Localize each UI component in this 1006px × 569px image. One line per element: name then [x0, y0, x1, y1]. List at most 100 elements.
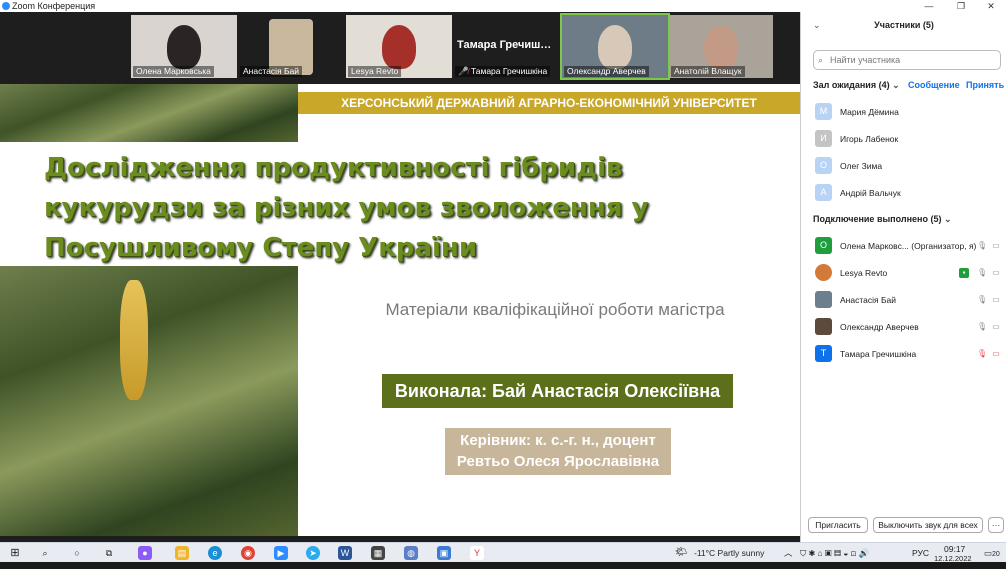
photos-icon[interactable]: ▣ [437, 546, 451, 560]
message-link[interactable]: Сообщение [908, 80, 960, 90]
avatar: И [815, 130, 832, 147]
video-tile[interactable]: Lesya Revto [346, 15, 452, 78]
task-view-icon[interactable]: ⧉ [102, 546, 116, 560]
participant-name: Олена Марковс... (Организатор, я) [840, 241, 977, 251]
tray-icons[interactable]: ⛉ ✱ ⌂ ▣ ▤ ◒ ⊡ 🔊 [800, 543, 869, 563]
avatar [815, 318, 832, 335]
restore-icon[interactable]: ❐ [946, 0, 976, 12]
clock-date[interactable]: 12.12.2022 [934, 549, 972, 569]
connected-label[interactable]: Подключение выполнено (5) ⌄ [813, 214, 952, 225]
mic-icon[interactable]: 🎙 [977, 322, 987, 332]
waiting-room-label[interactable]: Зал ожидания (4) ⌄ [813, 80, 900, 91]
participant-name: Мария Дёмина [840, 107, 899, 117]
title-bar: Zoom Конференция — ❐ ✕ [0, 0, 1006, 12]
weather-text[interactable]: -11°C Partly sunny [694, 543, 764, 563]
video-camera-icon[interactable]: ▭ [991, 241, 1001, 251]
edge-icon[interactable]: e [208, 546, 222, 560]
corn-image-top [0, 84, 298, 142]
supervisor-line-2: Ревтьо Олеся Ярославівна [456, 453, 660, 470]
waiting-participant-row[interactable]: М Мария Дёмина [815, 103, 1001, 121]
participant-video [382, 25, 416, 69]
tile-name: Олександр Аверчев [564, 66, 649, 77]
avatar: Т [815, 345, 832, 362]
panel-header: Участники (5) [874, 20, 934, 30]
mic-icon[interactable]: 🎙 [977, 295, 987, 305]
supervisor-box: Керівник: к. с.-г. н., доцент Ревтьо Оле… [445, 428, 671, 475]
mute-all-button[interactable]: Выключить звук для всех [873, 517, 983, 533]
corn-cob [120, 280, 148, 400]
video-strip: Олена Марковська Анастасія Бай Lesya Rev… [0, 12, 800, 84]
waiting-participant-row[interactable]: И Игорь Лабенок [815, 130, 1001, 148]
participant-name: Lesya Revto [840, 268, 888, 278]
search-icon[interactable]: ⌕ [38, 546, 52, 560]
close-icon[interactable]: ✕ [976, 0, 1006, 12]
language-indicator[interactable]: РУС [912, 543, 929, 563]
windows-start-icon[interactable]: ⊞ [8, 546, 22, 560]
waiting-participant-row[interactable]: А Андрій Вальчук [815, 184, 1001, 202]
participant-row[interactable]: Олександр Аверчев 🎙 ▭ [815, 318, 1001, 336]
yandex-icon[interactable]: Y [470, 546, 484, 560]
invite-button[interactable]: Пригласить [808, 517, 868, 533]
video-off-icon[interactable]: ▭ [991, 349, 1001, 359]
more-options-button[interactable]: ··· [988, 517, 1004, 533]
muted-mic-icon[interactable]: 🎙 [977, 349, 987, 359]
participants-panel: ⌄ Участники (5) ⌕ Найти участника Зал ож… [800, 12, 1006, 542]
participant-row[interactable]: О Олена Марковс... (Организатор, я) 🎙 ▭ [815, 237, 1001, 255]
video-tile[interactable]: Олена Марковська [131, 15, 237, 78]
participant-row[interactable]: Т Тамара Гречишкіна 🎙 ▭ [815, 345, 1001, 363]
admit-link[interactable]: Принять [966, 80, 1004, 90]
tile-name: Анатолій Влащук [671, 66, 745, 77]
chevron-down-icon: ⌄ [892, 80, 900, 90]
video-tile[interactable]: Тамара Гречиш… 🎤̸ Тамара Гречишкіна [453, 15, 559, 78]
search-participant-input[interactable]: ⌕ Найти участника [813, 50, 1001, 70]
tile-name: Lesya Revto [348, 66, 402, 77]
notification-count: 20 [992, 551, 1000, 558]
mic-icon[interactable]: 🎙 [977, 241, 987, 251]
video-camera-icon[interactable]: ▭ [991, 268, 1001, 278]
speaking-mic-icon[interactable]: ▪ [959, 268, 969, 278]
participant-name: Олександр Аверчев [840, 322, 919, 332]
slide-title: Дослідження продуктивності гібридів куку… [44, 153, 649, 263]
app-icon[interactable]: ▦ [371, 546, 385, 560]
zoom-logo-icon [2, 2, 10, 10]
video-camera-icon[interactable]: ▭ [991, 322, 1001, 332]
presentation-slide: ХЕРСОНСЬКИЙ ДЕРЖАВНИЙ АГРАРНО-ЕКОНОМІЧНИ… [0, 84, 800, 536]
connected-text: Подключение выполнено (5) [813, 214, 942, 224]
tile-name: Олена Марковська [133, 66, 214, 77]
participant-row[interactable]: Анастасія Бай 🎙 ▭ [815, 291, 1001, 309]
video-tile-active[interactable]: Олександр Аверчев [560, 13, 670, 80]
app-icon[interactable]: ● [138, 546, 152, 560]
waiting-room-text: Зал ожидания (4) [813, 80, 890, 90]
word-icon[interactable]: W [338, 546, 352, 560]
zoom-taskbar-icon[interactable]: ▶ [274, 546, 288, 560]
tile-name-text: Тамара Гречишкіна [470, 66, 548, 76]
video-tile[interactable]: Анастасія Бай [238, 15, 344, 78]
tile-name: Анастасія Бай [240, 66, 303, 77]
telegram-icon[interactable]: ➤ [306, 546, 320, 560]
file-explorer-icon[interactable]: ▤ [175, 546, 189, 560]
cortana-icon[interactable]: ○ [70, 546, 84, 560]
participant-row[interactable]: Lesya Revto ▪ 🎙 ▭ [815, 264, 1001, 282]
video-tile[interactable]: Анатолій Влащук [669, 15, 773, 78]
chrome-icon[interactable]: ◉ [241, 546, 255, 560]
avatar [815, 264, 832, 281]
weather-icon: 🌤 [675, 547, 688, 558]
video-camera-icon[interactable]: ▭ [991, 295, 1001, 305]
avatar: М [815, 103, 832, 120]
tray-chevron-icon[interactable]: ︿ [784, 543, 793, 563]
tile-name: 🎤̸ Тамара Гречишкіна [455, 66, 551, 77]
participant-name: Игорь Лабенок [840, 134, 899, 144]
participant-video [598, 25, 632, 69]
participant-name: Олег Зима [840, 161, 883, 171]
author-box: Виконала: Бай Анастасія Олексіївна [382, 374, 733, 408]
avatar [815, 291, 832, 308]
minimize-icon[interactable]: — [914, 0, 944, 12]
waiting-participant-row[interactable]: О Олег Зима [815, 157, 1001, 175]
tile-display-name: Тамара Гречиш… [457, 39, 552, 51]
app-icon[interactable]: ◍ [404, 546, 418, 560]
mic-icon[interactable]: 🎙 [977, 268, 987, 278]
window-title: Zoom Конференция [12, 1, 96, 11]
participant-name: Тамара Гречишкіна [840, 349, 917, 359]
windows-taskbar: ⊞ ⌕ ○ ⧉ ● ▤ e ◉ ▶ ➤ W ▦ ◍ ▣ Y 🌤 -11°C Pa… [0, 542, 1006, 563]
participant-video [704, 25, 738, 69]
